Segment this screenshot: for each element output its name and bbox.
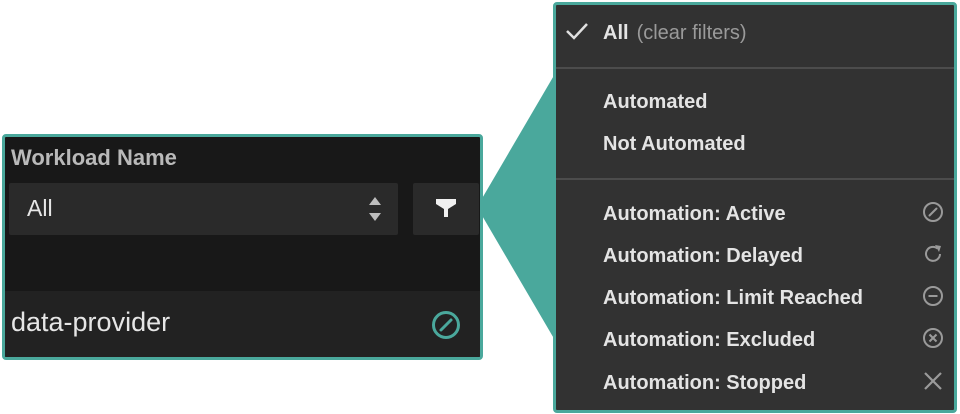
refresh-icon <box>925 245 941 262</box>
workload-name-select[interactable]: All <box>9 183 398 235</box>
filter-button[interactable] <box>413 183 479 235</box>
menu-item-automation-delayed[interactable]: Automation: Delayed <box>556 234 954 274</box>
minus-circle-icon <box>923 286 943 306</box>
menu-item-all-label: All <box>603 22 629 44</box>
check-icon <box>566 23 588 40</box>
column-header: Workload Name <box>11 145 177 170</box>
table-row[interactable]: data-provider <box>5 291 480 357</box>
menu-item-label: Automation: Limit Reached <box>603 287 864 309</box>
workload-name-cell: data-provider <box>11 307 171 337</box>
menu-item-all-sub: (clear filters) <box>636 22 747 44</box>
menu-item-not-automated[interactable]: Not Automated <box>556 122 954 162</box>
workload-column-panel: Workload Name All data-provider <box>2 134 483 360</box>
filter-dropdown-menu: All (clear filters) Automated Not Automat… <box>553 2 957 413</box>
menu-item-all[interactable]: All (clear filters) <box>556 11 954 51</box>
menu-divider <box>556 178 954 180</box>
menu-item-label: Automation: Delayed <box>603 245 804 267</box>
menu-item-automated[interactable]: Automated <box>556 80 954 120</box>
menu-item-automation-excluded[interactable]: Automation: Excluded <box>556 318 954 358</box>
menu-item-label: Automated <box>603 91 708 113</box>
sort-arrows-icon <box>369 197 381 221</box>
menu-item-label: Automation: Excluded <box>603 329 816 351</box>
menu-item-automation-stopped[interactable]: Automation: Stopped <box>556 361 954 401</box>
menu-item-label: Not Automated <box>603 133 746 155</box>
menu-item-label: Automation: Active <box>603 203 786 225</box>
x-circle-icon <box>923 328 943 348</box>
funnel-icon <box>436 199 456 217</box>
automation-active-icon <box>432 311 460 339</box>
menu-item-label: Automation: Stopped <box>603 372 807 394</box>
select-value: All <box>27 195 53 221</box>
menu-divider <box>556 67 954 69</box>
active-icon <box>923 202 943 222</box>
close-icon <box>924 372 942 390</box>
menu-item-automation-active[interactable]: Automation: Active <box>556 192 954 232</box>
menu-item-automation-limit-reached[interactable]: Automation: Limit Reached <box>556 276 954 316</box>
